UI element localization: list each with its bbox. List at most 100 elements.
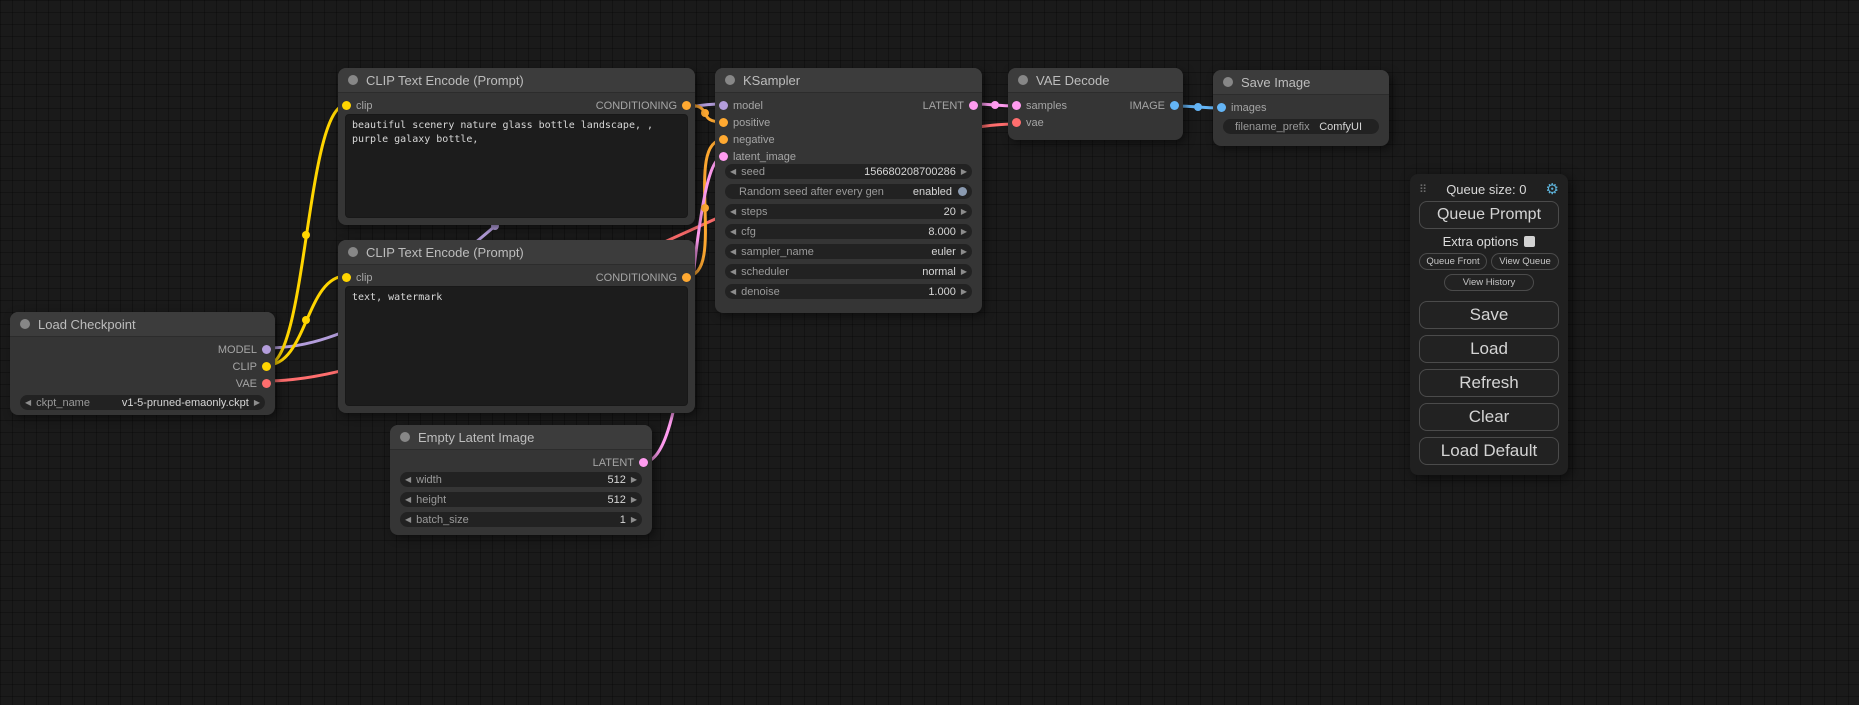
queue-prompt-button[interactable]: Queue Prompt	[1419, 201, 1559, 229]
extra-options-checkbox[interactable]	[1524, 236, 1535, 247]
increment-arrow-icon[interactable]: ▶	[631, 496, 637, 504]
increment-arrow-icon[interactable]: ▶	[961, 248, 967, 256]
model-output-port[interactable]	[262, 345, 271, 354]
image-output-port[interactable]	[1170, 101, 1179, 110]
drag-handle-icon[interactable]: ⠿	[1419, 183, 1427, 196]
node-collapse-dot[interactable]	[1018, 75, 1028, 85]
view-history-button[interactable]: View History	[1444, 274, 1534, 291]
ckpt-name-widget[interactable]: ◀ ckpt_name v1-5-pruned-emaonly.ckpt ▶	[20, 395, 265, 410]
node-vae-decode[interactable]: VAE Decode samples IMAGE vae	[1008, 68, 1183, 140]
denoise-widget[interactable]: ◀ denoise 1.000 ▶	[725, 284, 972, 299]
clip-output-port[interactable]	[262, 362, 271, 371]
load-default-button[interactable]: Load Default	[1419, 437, 1559, 465]
widget-value: 8.000	[928, 226, 956, 238]
slot-row: positive	[715, 114, 982, 131]
negative-input-port[interactable]	[719, 135, 728, 144]
refresh-button[interactable]: Refresh	[1419, 369, 1559, 397]
view-queue-button[interactable]: View Queue	[1491, 253, 1559, 270]
node-title: CLIP Text Encode (Prompt)	[366, 73, 524, 88]
latent-output-port[interactable]	[639, 458, 648, 467]
increment-arrow-icon[interactable]: ▶	[961, 168, 967, 176]
node-empty-latent-image[interactable]: Empty Latent Image LATENT ◀ width 512 ▶ …	[390, 425, 652, 535]
decrement-arrow-icon[interactable]: ◀	[25, 399, 31, 407]
widget-value: normal	[922, 266, 956, 278]
vae-output-port[interactable]	[262, 379, 271, 388]
slot-row: VAE	[10, 375, 275, 392]
decrement-arrow-icon[interactable]: ◀	[730, 268, 736, 276]
widget-label: filename_prefix	[1235, 121, 1310, 133]
settings-gear-icon[interactable]: ⚙	[1546, 180, 1559, 198]
queue-size-text: Queue size: 0	[1427, 182, 1545, 197]
clip-input-port[interactable]	[342, 101, 351, 110]
decrement-arrow-icon[interactable]: ◀	[405, 496, 411, 504]
batch-size-widget[interactable]: ◀ batch_size 1 ▶	[400, 512, 642, 527]
save-button[interactable]: Save	[1419, 301, 1559, 329]
increment-arrow-icon[interactable]: ▶	[961, 208, 967, 216]
slot-row: clip CONDITIONING	[338, 269, 695, 286]
increment-arrow-icon[interactable]: ▶	[961, 288, 967, 296]
node-collapse-dot[interactable]	[20, 319, 30, 329]
increment-arrow-icon[interactable]: ▶	[961, 268, 967, 276]
node-title-bar[interactable]: Empty Latent Image	[390, 425, 652, 450]
scheduler-widget[interactable]: ◀ scheduler normal ▶	[725, 264, 972, 279]
cfg-widget[interactable]: ◀ cfg 8.000 ▶	[725, 224, 972, 239]
node-title-bar[interactable]: KSampler	[715, 68, 982, 93]
decrement-arrow-icon[interactable]: ◀	[730, 208, 736, 216]
node-collapse-dot[interactable]	[1223, 77, 1233, 87]
width-widget[interactable]: ◀ width 512 ▶	[400, 472, 642, 487]
node-load-checkpoint[interactable]: Load Checkpoint MODEL CLIP VAE ◀ ckpt_na…	[10, 312, 275, 415]
vae-input-port[interactable]	[1012, 118, 1021, 127]
output-label: IMAGE	[1130, 100, 1165, 112]
steps-widget[interactable]: ◀ steps 20 ▶	[725, 204, 972, 219]
decrement-arrow-icon[interactable]: ◀	[730, 168, 736, 176]
seed-widget[interactable]: ◀ seed 156680208700286 ▶	[725, 164, 972, 179]
latent-image-input-port[interactable]	[719, 152, 728, 161]
decrement-arrow-icon[interactable]: ◀	[405, 516, 411, 524]
node-ksampler[interactable]: KSampler model LATENT positive negative …	[715, 68, 982, 313]
queue-front-button[interactable]: Queue Front	[1419, 253, 1487, 270]
latent-output-port[interactable]	[969, 101, 978, 110]
images-input-port[interactable]	[1217, 103, 1226, 112]
sampler-name-widget[interactable]: ◀ sampler_name euler ▶	[725, 244, 972, 259]
node-title-bar[interactable]: Save Image	[1213, 70, 1389, 95]
conditioning-output-port[interactable]	[682, 101, 691, 110]
decrement-arrow-icon[interactable]: ◀	[405, 476, 411, 484]
node-title-bar[interactable]: CLIP Text Encode (Prompt)	[338, 68, 695, 93]
load-button[interactable]: Load	[1419, 335, 1559, 363]
node-title-bar[interactable]: VAE Decode	[1008, 68, 1183, 93]
increment-arrow-icon[interactable]: ▶	[254, 399, 260, 407]
positive-input-port[interactable]	[719, 118, 728, 127]
input-label: images	[1231, 102, 1266, 114]
node-graph-canvas[interactable]: Load Checkpoint MODEL CLIP VAE ◀ ckpt_na…	[0, 0, 1859, 705]
samples-input-port[interactable]	[1012, 101, 1021, 110]
clip-input-port[interactable]	[342, 273, 351, 282]
model-input-port[interactable]	[719, 101, 728, 110]
toggle-dot[interactable]	[958, 187, 967, 196]
node-save-image[interactable]: Save Image images filename_prefix ComfyU…	[1213, 70, 1389, 146]
widget-label: ckpt_name	[36, 397, 90, 409]
node-clip-text-encode-negative[interactable]: CLIP Text Encode (Prompt) clip CONDITION…	[338, 240, 695, 413]
clear-button[interactable]: Clear	[1419, 403, 1559, 431]
node-clip-text-encode-positive[interactable]: CLIP Text Encode (Prompt) clip CONDITION…	[338, 68, 695, 225]
decrement-arrow-icon[interactable]: ◀	[730, 228, 736, 236]
conditioning-output-port[interactable]	[682, 273, 691, 282]
node-collapse-dot[interactable]	[725, 75, 735, 85]
height-widget[interactable]: ◀ height 512 ▶	[400, 492, 642, 507]
node-title-bar[interactable]: CLIP Text Encode (Prompt)	[338, 240, 695, 265]
filename-prefix-widget[interactable]: filename_prefix ComfyUI	[1223, 119, 1379, 134]
increment-arrow-icon[interactable]: ▶	[961, 228, 967, 236]
positive-prompt-textarea[interactable]: beautiful scenery nature glass bottle la…	[345, 114, 688, 218]
increment-arrow-icon[interactable]: ▶	[631, 476, 637, 484]
output-label: MODEL	[218, 344, 257, 356]
negative-prompt-textarea[interactable]: text, watermark	[345, 286, 688, 406]
increment-arrow-icon[interactable]: ▶	[631, 516, 637, 524]
decrement-arrow-icon[interactable]: ◀	[730, 248, 736, 256]
widget-value: v1-5-pruned-emaonly.ckpt	[122, 397, 249, 409]
node-collapse-dot[interactable]	[348, 75, 358, 85]
node-collapse-dot[interactable]	[400, 432, 410, 442]
widget-value: euler	[931, 246, 955, 258]
decrement-arrow-icon[interactable]: ◀	[730, 288, 736, 296]
node-title-bar[interactable]: Load Checkpoint	[10, 312, 275, 337]
random-seed-toggle-widget[interactable]: Random seed after every gen enabled	[725, 184, 972, 199]
node-collapse-dot[interactable]	[348, 247, 358, 257]
